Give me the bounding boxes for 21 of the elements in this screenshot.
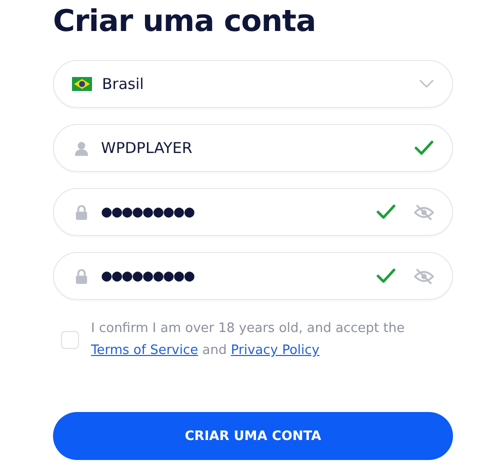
lock-icon <box>75 204 88 220</box>
create-account-button[interactable]: CRIAR UMA CONTA <box>53 412 453 460</box>
privacy-link[interactable]: Privacy Policy <box>230 343 320 358</box>
username-field[interactable]: WPDPLAYER <box>53 124 453 172</box>
user-icon <box>75 140 88 156</box>
field-value: Brasil <box>102 75 145 93</box>
field-value: ●●●●●●●●● <box>101 268 196 284</box>
eye-off-icon[interactable] <box>414 268 434 284</box>
terms-link[interactable]: Terms of Service <box>91 343 198 358</box>
field-value: ●●●●●●●●● <box>101 204 196 220</box>
eye-off-icon[interactable] <box>414 204 434 220</box>
lock-icon <box>75 268 88 284</box>
country-select[interactable]: Brasil <box>53 60 453 108</box>
flag-icon <box>72 77 92 91</box>
page-title: Criar uma conta <box>53 3 317 41</box>
chevron-down-icon <box>419 79 434 89</box>
field-value: WPDPLAYER <box>101 139 194 157</box>
password-field[interactable]: ●●●●●●●●● <box>53 188 453 236</box>
consent-text: I confirm I am over 18 years old, and accept the Terms of Service and Privacy Policy <box>91 320 406 360</box>
password-field[interactable]: ●●●●●●●●● <box>53 252 453 300</box>
consent-checkbox[interactable] <box>61 331 79 349</box>
